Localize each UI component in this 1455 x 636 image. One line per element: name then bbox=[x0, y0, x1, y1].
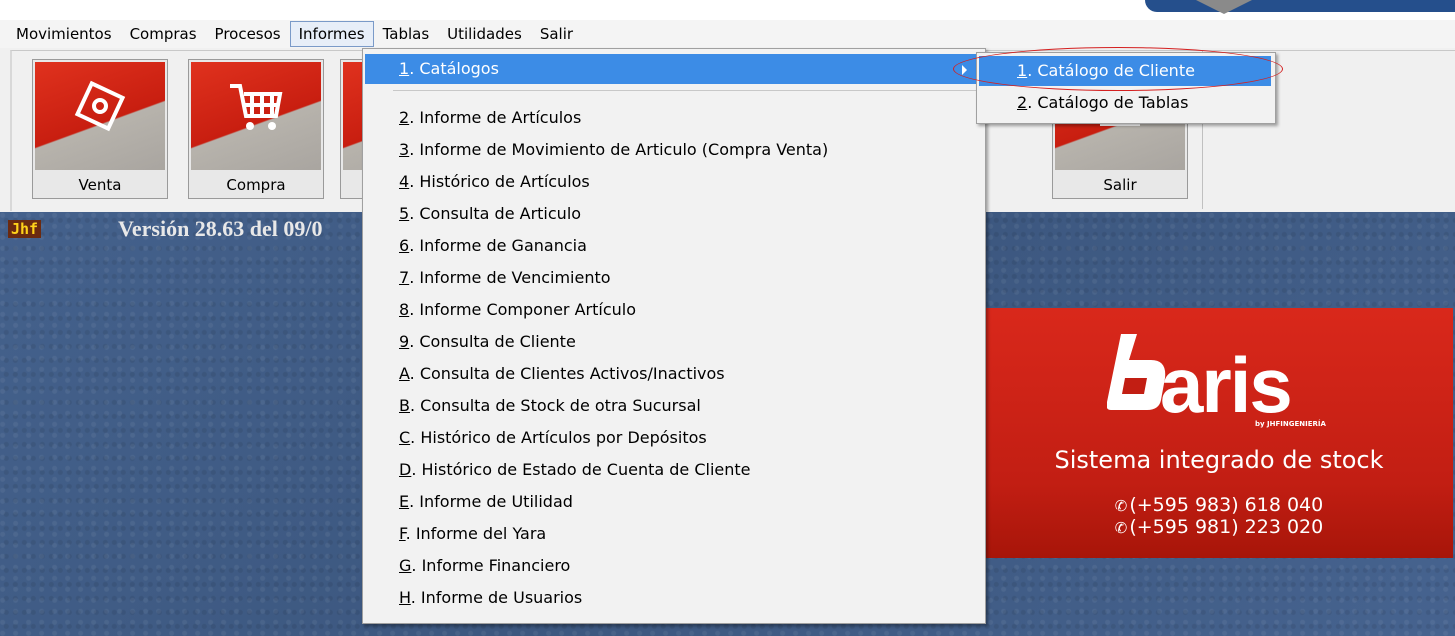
phone-number-2-text: (+595 981) 223 020 bbox=[1129, 516, 1324, 538]
menu-item-informe-usuarios[interactable]: H. Informe de Usuarios bbox=[365, 583, 981, 613]
menu-item-historico-depositos[interactable]: C. Histórico de Artículos por Depósitos bbox=[365, 423, 981, 453]
baris-byline: by JHFINGENIERÍA bbox=[1255, 420, 1326, 428]
submenu-arrow-icon bbox=[962, 65, 967, 75]
menu-movimientos[interactable]: Movimientos bbox=[0, 21, 121, 47]
informes-dropdown: 1. Catálogos 2. Informe de Artículos 3. … bbox=[362, 48, 986, 624]
whatsapp-icon: ✆ bbox=[1114, 519, 1128, 537]
phone-number-1-text: (+595 983) 618 040 bbox=[1129, 494, 1324, 516]
title-strip bbox=[0, 0, 1455, 20]
decorative-blue-band bbox=[1145, 0, 1455, 12]
menu-item-catalogos[interactable]: 1. Catálogos bbox=[365, 54, 981, 84]
menu-item-stock-sucursal[interactable]: B. Consulta de Stock de otra Sucursal bbox=[365, 391, 981, 421]
phone-number-2: ✆ (+595 981) 223 020 bbox=[985, 516, 1453, 538]
menu-bar: Movimientos Compras Procesos Informes Ta… bbox=[0, 20, 1455, 48]
menu-salir[interactable]: Salir bbox=[531, 21, 582, 47]
menu-item-informe-vencimiento[interactable]: 7. Informe de Vencimiento bbox=[365, 263, 981, 293]
menu-item-consulta-cliente[interactable]: 9. Consulta de Cliente bbox=[365, 327, 981, 357]
menu-item-informe-financiero[interactable]: G. Informe Financiero bbox=[365, 551, 981, 581]
tag-icon bbox=[35, 62, 165, 170]
menu-item-catalogo-cliente[interactable]: 1. Catálogo de Cliente bbox=[979, 56, 1271, 86]
baris-banner: aris by JHFINGENIERÍA Sistema integrado … bbox=[985, 308, 1453, 558]
menu-utilidades[interactable]: Utilidades bbox=[438, 21, 531, 47]
menu-item-componer-articulo[interactable]: 8. Informe Componer Artículo bbox=[365, 295, 981, 325]
phone-number-1: ✆ (+595 983) 618 040 bbox=[985, 494, 1453, 516]
whatsapp-icon: ✆ bbox=[1114, 497, 1128, 515]
menu-compras[interactable]: Compras bbox=[121, 21, 206, 47]
menu-informes[interactable]: Informes bbox=[289, 21, 374, 47]
menu-procesos[interactable]: Procesos bbox=[206, 21, 290, 47]
menu-item-informe-articulos[interactable]: 2. Informe de Artículos bbox=[365, 103, 981, 133]
decorative-arrow bbox=[1196, 0, 1252, 14]
menu-item-informe-yara[interactable]: F. Informe del Yara bbox=[365, 519, 981, 549]
menu-item-historico-articulos[interactable]: 4. Histórico de Artículos bbox=[365, 167, 981, 197]
menu-item-consulta-articulo[interactable]: 5. Consulta de Articulo bbox=[365, 199, 981, 229]
catalogos-submenu: 1. Catálogo de Cliente 2. Catálogo de Ta… bbox=[976, 52, 1276, 124]
salir-label: Salir bbox=[1103, 176, 1137, 194]
jhf-badge: Jhf bbox=[8, 220, 42, 238]
menu-tablas[interactable]: Tablas bbox=[374, 21, 439, 47]
menu-item-clientes-activos[interactable]: A. Consulta de Clientes Activos/Inactivo… bbox=[365, 359, 981, 389]
menu-item-informe-ganancia[interactable]: 6. Informe de Ganancia bbox=[365, 231, 981, 261]
venta-button[interactable]: Venta bbox=[32, 59, 168, 199]
baris-wordmark: aris bbox=[1160, 341, 1293, 429]
shopping-cart-icon bbox=[191, 62, 321, 170]
menu-item-estado-cuenta[interactable]: D. Histórico de Estado de Cuenta de Clie… bbox=[365, 455, 981, 485]
menu-item-informe-movimiento[interactable]: 3. Informe de Movimiento de Articulo (Co… bbox=[365, 135, 981, 165]
compra-button[interactable]: Compra bbox=[188, 59, 324, 199]
version-text: Versión 28.63 del 09/0 bbox=[118, 216, 323, 241]
banner-tagline: Sistema integrado de stock bbox=[1054, 446, 1384, 474]
venta-label: Venta bbox=[78, 176, 122, 194]
menu-separator bbox=[393, 90, 981, 91]
menu-item-catalogo-tablas[interactable]: 2. Catálogo de Tablas bbox=[979, 88, 1271, 118]
menu-item-informe-utilidad[interactable]: E. Informe de Utilidad bbox=[365, 487, 981, 517]
compra-label: Compra bbox=[226, 176, 286, 194]
